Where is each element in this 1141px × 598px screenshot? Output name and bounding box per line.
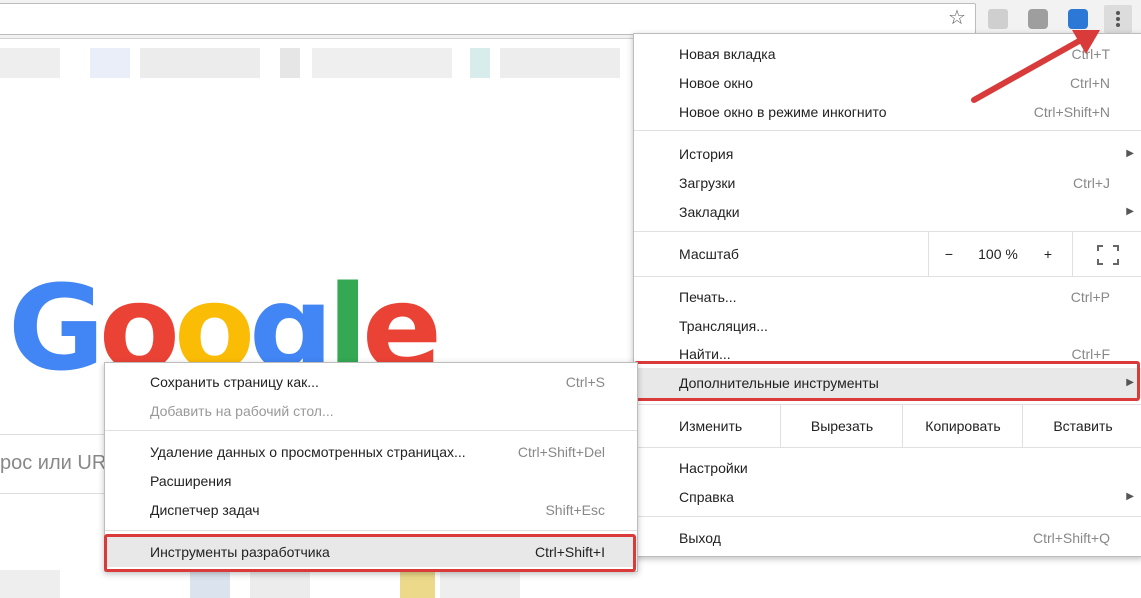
edit-row: Изменить Вырезать Копировать Вставить	[634, 405, 1141, 447]
menu-item-exit[interactable]: Выход Ctrl+Shift+Q	[634, 524, 1141, 552]
menu-item-bookmarks[interactable]: Закладки ▶	[634, 198, 1141, 226]
menu-item-settings[interactable]: Настройки	[634, 454, 1141, 482]
submenu-arrow-icon: ▶	[1126, 148, 1134, 159]
submenu-item-extensions[interactable]: Расширения	[105, 467, 637, 495]
zoom-level: 100 %	[978, 246, 1018, 262]
fullscreen-icon	[1097, 245, 1119, 266]
cut-button[interactable]: Вырезать	[780, 405, 903, 447]
copy-button[interactable]: Копировать	[902, 405, 1023, 447]
dot-icon	[1116, 23, 1120, 27]
zoom-out-button[interactable]: −	[928, 232, 969, 276]
zoom-row: Масштаб − 100 % +	[634, 232, 1141, 276]
annotation-highlight-more-tools	[634, 361, 1140, 401]
address-bar[interactable]	[0, 3, 976, 35]
dot-icon	[1116, 17, 1120, 21]
submenu-item-task-manager[interactable]: Диспетчер задач Shift+Esc	[105, 496, 637, 524]
submenu-item-clear-data[interactable]: Удаление данных о просмотренных страница…	[105, 438, 637, 466]
separator	[105, 430, 637, 431]
submenu-arrow-icon: ▶	[1126, 491, 1134, 502]
menu-item-help[interactable]: Справка ▶	[634, 483, 1141, 511]
separator	[634, 447, 1141, 448]
blurred-tiles-row	[0, 570, 640, 598]
separator	[105, 530, 637, 531]
submenu-arrow-icon: ▶	[1126, 206, 1134, 217]
fullscreen-button[interactable]	[1072, 232, 1141, 276]
submenu-item-add-to-desktop[interactable]: Добавить на рабочий стол...	[105, 397, 637, 425]
menu-item-print[interactable]: Печать... Ctrl+P	[634, 283, 1141, 311]
separator	[634, 130, 1141, 131]
menu-item-cast[interactable]: Трансляция...	[634, 312, 1141, 340]
menu-item-downloads[interactable]: Загрузки Ctrl+J	[634, 169, 1141, 197]
separator	[634, 276, 1141, 277]
separator	[634, 516, 1141, 517]
annotation-highlight-dev-tools	[104, 534, 636, 572]
menu-item-history[interactable]: История ▶	[634, 140, 1141, 168]
paste-button[interactable]: Вставить	[1022, 405, 1141, 447]
submenu-item-save-page[interactable]: Сохранить страницу как... Ctrl+S	[105, 368, 637, 396]
blurred-bookmarks-row	[0, 48, 640, 78]
zoom-in-button[interactable]: +	[1028, 232, 1068, 276]
dot-icon	[1116, 11, 1120, 15]
chrome-main-menu: Новая вкладка Ctrl+T Новое окно Ctrl+N Н…	[633, 33, 1141, 557]
search-placeholder: рос или UR	[0, 452, 107, 474]
annotation-arrow-icon	[971, 30, 1100, 103]
